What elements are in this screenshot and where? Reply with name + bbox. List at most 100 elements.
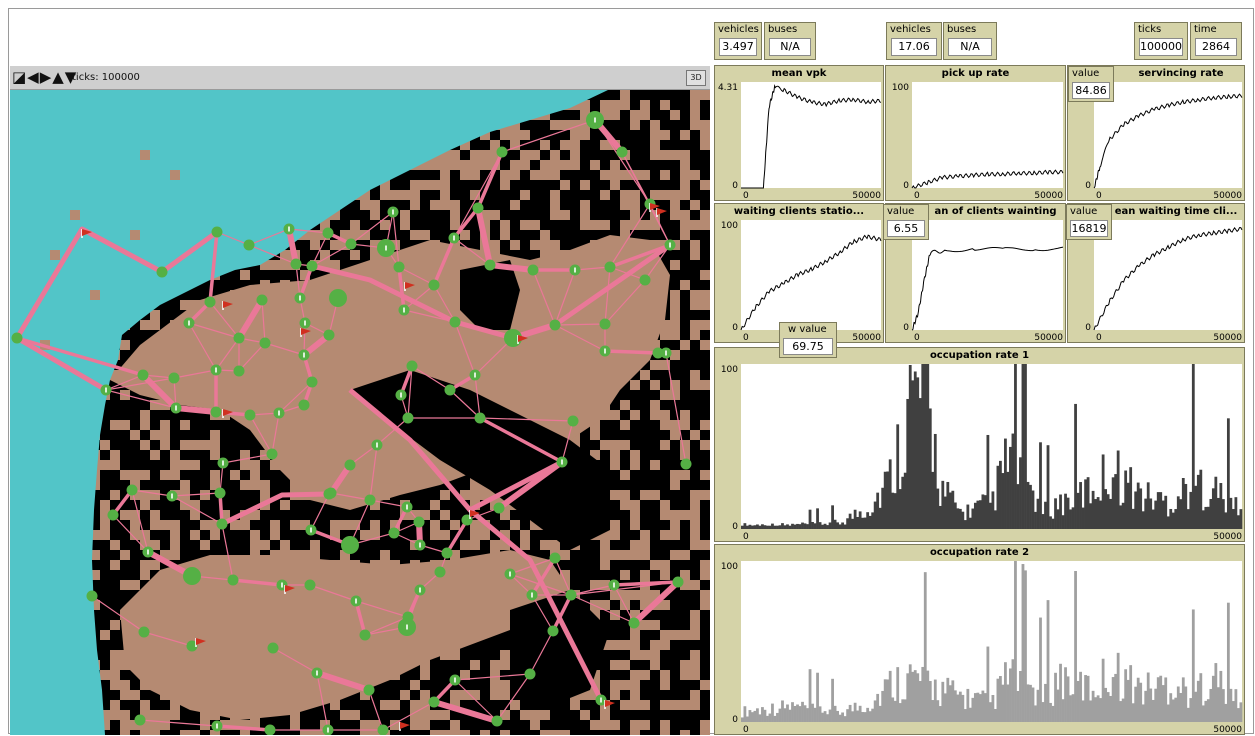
land-patch: [180, 420, 190, 430]
land-patch: [120, 550, 130, 560]
plot-bar: [941, 480, 945, 529]
plot-bar: [878, 507, 882, 529]
land-patch: [630, 410, 640, 420]
land-patch: [100, 670, 110, 680]
plot-bar: [1161, 685, 1165, 722]
land-patch: [690, 110, 700, 120]
land-patch: [530, 150, 540, 160]
stop-node: [290, 258, 302, 270]
plot-bar: [1151, 509, 1155, 529]
land-patch: [370, 200, 380, 210]
stop-node: [547, 625, 559, 637]
plot-bar: [821, 712, 824, 722]
land-patch: [680, 190, 690, 200]
plot-bar: [878, 705, 882, 722]
land-patch: [630, 650, 640, 660]
land-patch: [110, 710, 120, 720]
monitor-value: 17.06: [891, 38, 937, 56]
plot-mean-vpk: mean vpk 4.31 0 0 50000: [714, 65, 884, 201]
land-patch: [580, 180, 590, 190]
x-max-label: 50000: [1034, 191, 1063, 201]
land-patch: [420, 670, 430, 680]
world-view[interactable]: [10, 90, 710, 735]
land-patch: [450, 160, 460, 170]
land-patch: [690, 620, 700, 630]
plot-bar: [768, 713, 772, 722]
land-patch: [100, 460, 110, 470]
land-patch: [420, 690, 430, 700]
land-patch: [610, 490, 620, 500]
plot-bar: [1219, 670, 1223, 722]
land-patch: [610, 440, 620, 450]
land-patch: [620, 660, 630, 670]
land-patch: [140, 560, 150, 570]
plot-bar: [996, 678, 1000, 722]
plot-bar: [771, 523, 774, 529]
land-patch: [420, 720, 430, 730]
plot-bar: [771, 703, 774, 722]
plot-bar: [1019, 457, 1022, 529]
plot-bar: [1004, 438, 1007, 529]
land-patch: [190, 440, 200, 450]
plot-bar: [1216, 497, 1220, 529]
plot-bar: [753, 710, 757, 722]
land-patch: [580, 130, 590, 140]
plot-bar: [999, 676, 1002, 722]
land-patch: [660, 420, 670, 430]
land-patch: [490, 540, 500, 550]
plot-bar: [886, 679, 890, 722]
land-patch: [640, 650, 650, 660]
plot-bar: [758, 714, 762, 722]
land-patch: [630, 730, 640, 735]
world-map: [10, 90, 710, 735]
plot-bar: [861, 517, 865, 529]
land-patch: [120, 580, 130, 590]
land-patch: [250, 530, 260, 540]
plot-bar: [788, 709, 792, 722]
plot-canvas: 4.31 00 50000: [718, 82, 881, 201]
land-patch: [700, 270, 710, 280]
land-patch: [140, 320, 150, 330]
plot-bar: [853, 509, 857, 529]
land-patch: [700, 590, 710, 600]
land-patch: [670, 310, 680, 320]
plot-bar: [946, 481, 950, 529]
plot-bar: [946, 677, 950, 722]
plot-bar: [1239, 509, 1243, 529]
plot-bar: [1011, 433, 1015, 529]
land-patch: [660, 570, 670, 580]
land-patch: [410, 700, 420, 710]
land-patch: [690, 690, 700, 700]
plot-bar: [868, 515, 872, 529]
land-patch: [430, 530, 440, 540]
land-patch: [700, 130, 710, 140]
plot-bar: [1026, 684, 1030, 722]
view-control-icons[interactable]: ◪◀▶▲▼: [12, 68, 77, 86]
plot-bar: [926, 670, 930, 722]
plot-bar: [1174, 697, 1178, 722]
plot-bar: [1196, 474, 1200, 529]
plot-bar: [976, 692, 980, 722]
plot-bar: [763, 525, 767, 529]
plot-bar: [1129, 665, 1133, 722]
x-max-label: 50000: [852, 191, 881, 201]
plot-bar: [1014, 561, 1017, 722]
3d-view-button[interactable]: 3D: [686, 70, 706, 86]
stop-marker: [561, 459, 563, 465]
land-patch: [680, 730, 690, 735]
land-patch: [670, 510, 680, 520]
land-patch: [140, 470, 150, 480]
stop-node: [567, 415, 579, 427]
land-patch: [690, 380, 700, 390]
land-patch: [690, 90, 700, 100]
plot-bar: [846, 709, 850, 722]
land-patch: [630, 500, 640, 510]
x-max-label: 50000: [1213, 191, 1242, 201]
stop-node: [449, 316, 461, 328]
land-patch: [550, 120, 560, 130]
plot-bar: [1096, 497, 1100, 529]
plot-bar: [1236, 708, 1240, 722]
x-min-label: 0: [743, 532, 749, 542]
plot-bar: [911, 671, 915, 722]
land-patch: [700, 120, 710, 130]
